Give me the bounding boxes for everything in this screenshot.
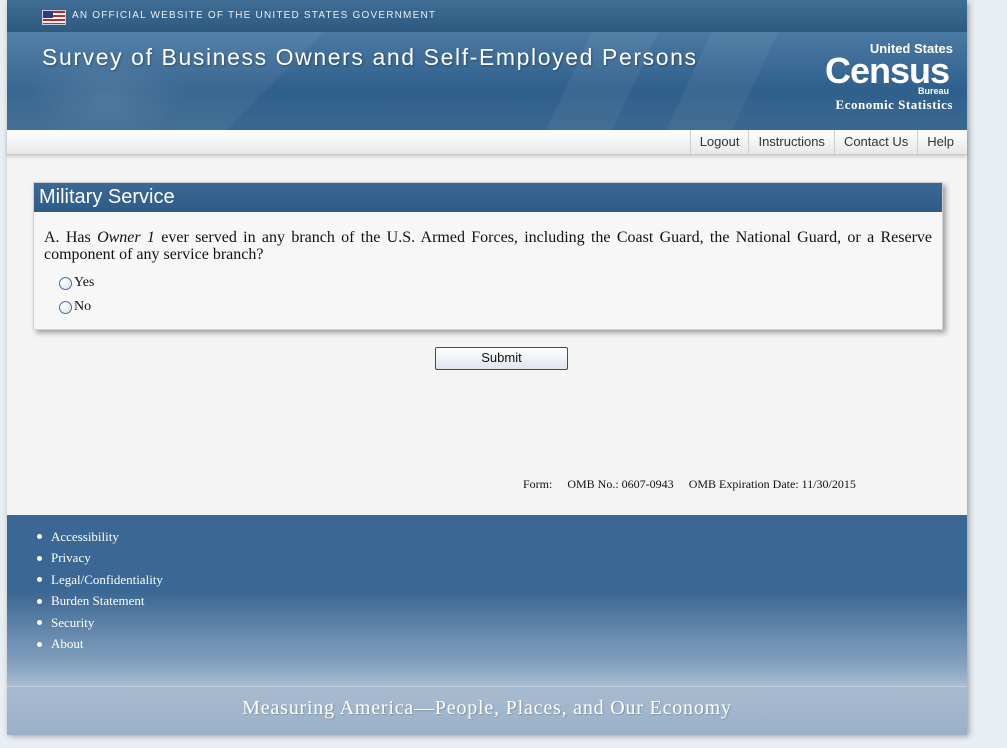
- question-text: A. Has Owner 1 ever served in any branch…: [44, 229, 932, 263]
- nav-instructions[interactable]: Instructions: [748, 130, 833, 154]
- omb-number: OMB No.: 0607-0943: [567, 477, 674, 491]
- footer-link-about[interactable]: About: [37, 634, 163, 656]
- footer-link-legal[interactable]: Legal/Confidentiality: [37, 569, 163, 591]
- radio-yes[interactable]: [59, 276, 72, 290]
- footer: Accessibility Privacy Legal/Confidential…: [7, 515, 967, 686]
- question-panel: Military Service A. Has Owner 1 ever ser…: [33, 182, 943, 330]
- logo-line-4: Economic Statistics: [835, 97, 953, 112]
- footer-link-burden[interactable]: Burden Statement: [37, 591, 163, 613]
- footer-link-label[interactable]: About: [51, 636, 84, 652]
- nav-links: Logout Instructions Contact Us Help: [689, 130, 963, 154]
- bullet-icon: [37, 534, 42, 540]
- submit-button[interactable]: Submit: [435, 347, 568, 370]
- option-no-label: No: [74, 299, 92, 314]
- census-logo[interactable]: United States Census Bureau Economic Sta…: [813, 42, 953, 117]
- gov-banner: AN OFFICIAL WEBSITE OF THE UNITED STATES…: [7, 0, 967, 32]
- nav-contact-us[interactable]: Contact Us: [833, 130, 917, 154]
- section-title: Military Service: [34, 183, 942, 212]
- owner-name: Owner 1: [97, 229, 155, 246]
- omb-form-label: Form:: [523, 477, 553, 491]
- site-header: Survey of Business Owners and Self-Emplo…: [7, 32, 967, 130]
- footer-link-label[interactable]: Security: [51, 615, 94, 631]
- footer-link-accessibility[interactable]: Accessibility: [37, 526, 163, 548]
- footer-link-label[interactable]: Legal/Confidentiality: [51, 572, 163, 588]
- omb-info: Form: OMB No.: 0607-0943 OMB Expiration …: [523, 477, 856, 492]
- tagline: Measuring America—People, Places, and Ou…: [242, 697, 732, 719]
- radio-no[interactable]: [59, 300, 72, 314]
- site-title: Survey of Business Owners and Self-Emplo…: [42, 44, 698, 70]
- question-suffix: ever served in any branch of the U.S. Ar…: [44, 229, 933, 263]
- bullet-icon: [37, 641, 42, 647]
- option-yes[interactable]: Yes: [59, 275, 94, 291]
- gov-banner-text: AN OFFICIAL WEBSITE OF THE UNITED STATES…: [72, 10, 437, 21]
- omb-expiration: OMB Expiration Date: 11/30/2015: [688, 477, 856, 491]
- tagline-bar: Measuring America—People, Places, and Ou…: [7, 686, 967, 735]
- footer-link-security[interactable]: Security: [37, 612, 163, 634]
- footer-link-label[interactable]: Accessibility: [51, 529, 119, 545]
- top-nav: Logout Instructions Contact Us Help: [7, 130, 967, 155]
- footer-link-label[interactable]: Privacy: [51, 550, 91, 566]
- nav-help[interactable]: Help: [917, 130, 963, 154]
- footer-link-label[interactable]: Burden Statement: [51, 593, 145, 609]
- nav-logout[interactable]: Logout: [689, 130, 749, 154]
- footer-link-privacy[interactable]: Privacy: [37, 548, 163, 570]
- page: AN OFFICIAL WEBSITE OF THE UNITED STATES…: [7, 0, 967, 735]
- footer-links: Accessibility Privacy Legal/Confidential…: [37, 526, 163, 655]
- logo-line-2: Census: [824, 50, 950, 91]
- option-no[interactable]: No: [59, 299, 91, 315]
- bullet-icon: [37, 620, 42, 626]
- us-flag-icon: [42, 10, 66, 25]
- question-prefix: A. Has: [44, 229, 98, 246]
- bullet-icon: [37, 577, 42, 583]
- option-yes-label: Yes: [74, 275, 95, 290]
- bullet-icon: [37, 598, 42, 604]
- bullet-icon: [37, 555, 42, 561]
